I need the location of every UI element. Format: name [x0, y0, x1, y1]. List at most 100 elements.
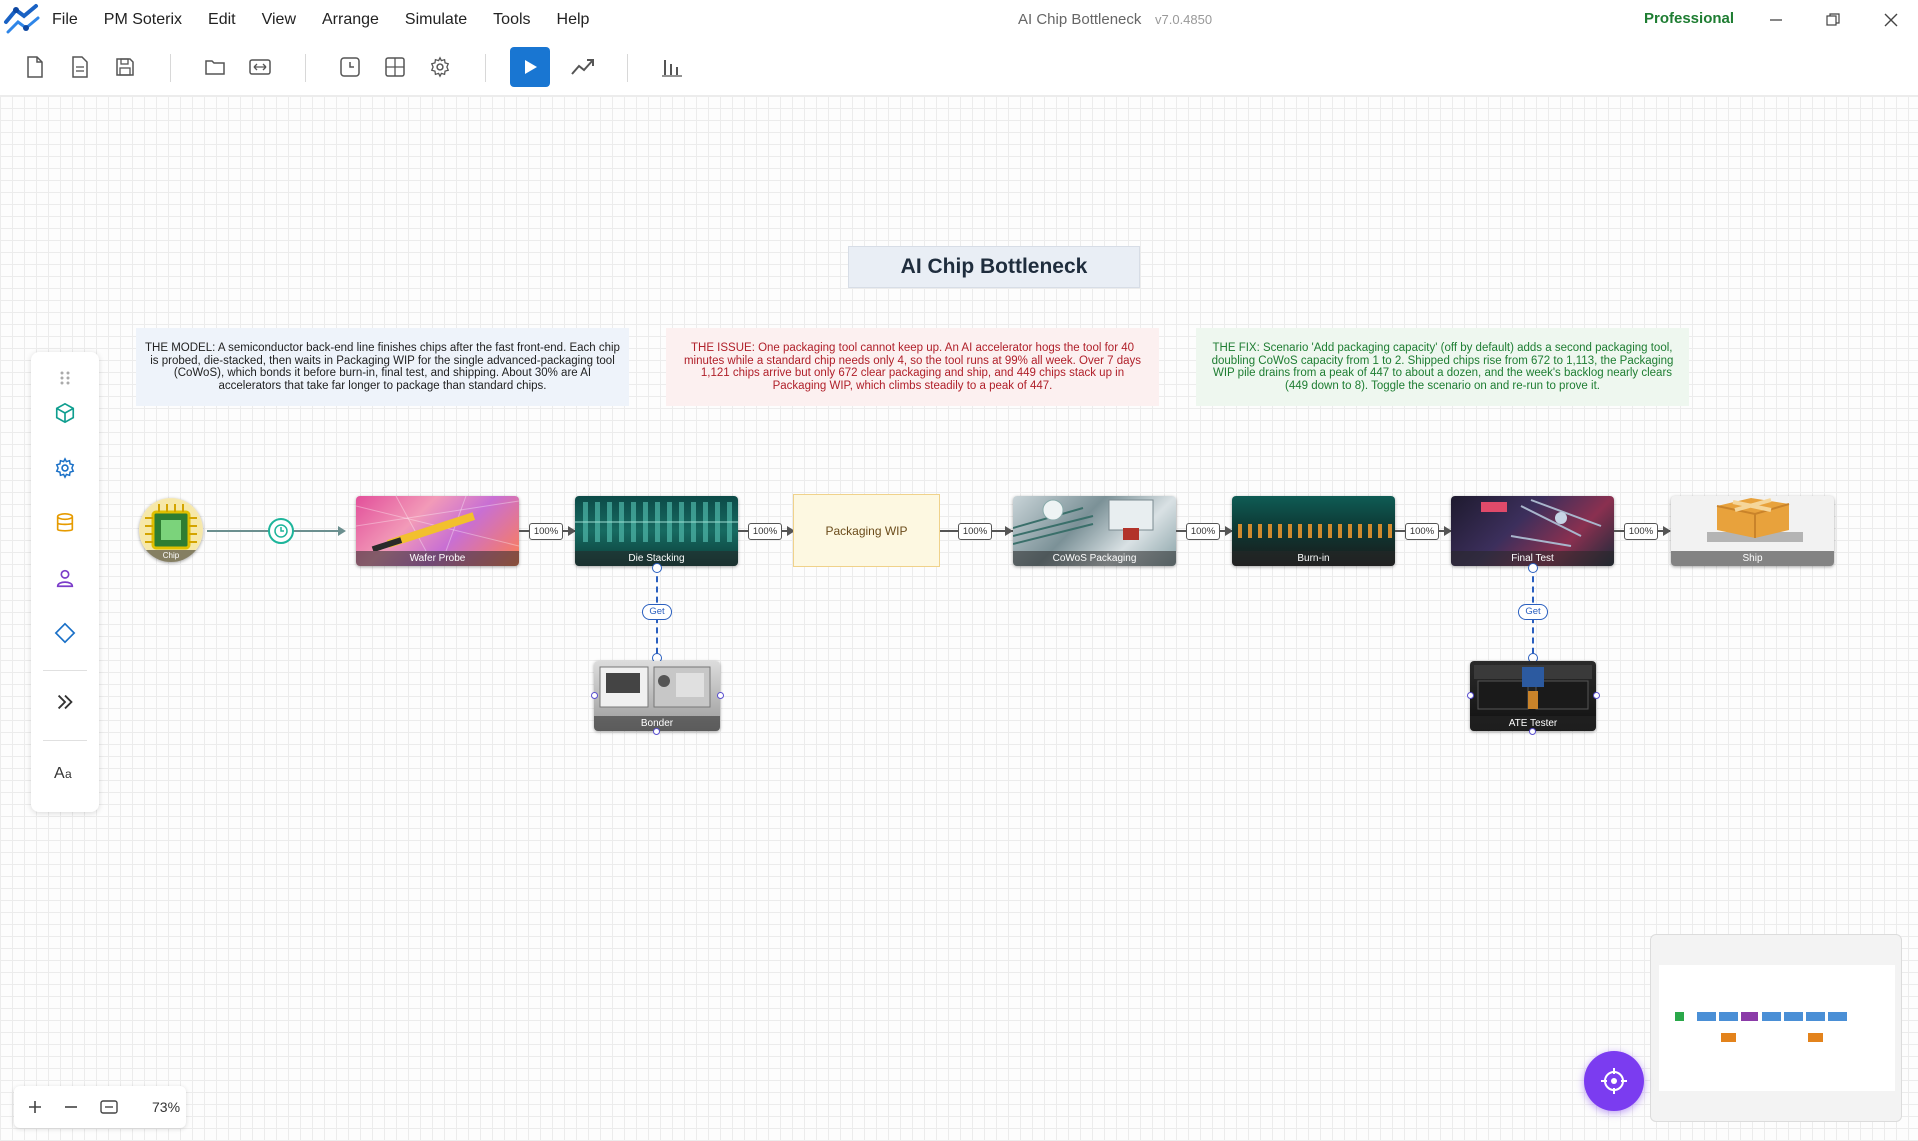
source-node-chip[interactable]: Chip [139, 498, 203, 562]
menu-edit[interactable]: Edit [208, 11, 250, 29]
zoom-controls: 73% [14, 1086, 186, 1128]
get-resource-label[interactable]: Get [642, 604, 672, 620]
palette-drag-handle[interactable] [49, 362, 81, 394]
minimap-node [1806, 1012, 1825, 1021]
palette-decision[interactable] [49, 617, 81, 649]
fit-width-button[interactable] [243, 50, 277, 84]
fit-to-screen-button[interactable] [96, 1094, 122, 1120]
node-label: Packaging WIP [825, 523, 908, 538]
palette-storage[interactable] [49, 507, 81, 539]
sink-ship[interactable]: Ship [1671, 496, 1834, 566]
zoom-out-button[interactable] [58, 1094, 84, 1120]
schedule-button[interactable] [333, 50, 367, 84]
gear-icon [55, 457, 75, 479]
diamond-icon [54, 622, 76, 644]
resource-link-anchor[interactable] [1528, 563, 1538, 573]
edition-badge[interactable]: Professional [1644, 10, 1734, 27]
storage-packaging-wip[interactable]: Packaging WIP [793, 494, 940, 567]
routing-percent[interactable]: 100% [529, 523, 563, 540]
new-file-button[interactable] [18, 50, 52, 84]
note-issue[interactable]: THE ISSUE: One packaging tool cannot kee… [666, 328, 1159, 406]
selection-handle[interactable] [1593, 692, 1600, 699]
routing-percent[interactable]: 100% [1186, 523, 1220, 540]
menu-bar: File PM Soterix Edit View Arrange Simula… [52, 0, 615, 40]
menu-tools[interactable]: Tools [493, 11, 544, 29]
run-simulation-button[interactable] [510, 47, 550, 87]
bar-chart-icon [662, 60, 682, 77]
palette-resource[interactable] [49, 562, 81, 594]
activity-final-test[interactable]: Final Test [1451, 496, 1614, 566]
clock-icon [274, 524, 288, 538]
folder-icon [205, 60, 225, 75]
close-button[interactable] [1875, 6, 1907, 34]
toolbar-separator [170, 54, 171, 82]
note-fix[interactable]: THE FIX: Scenario 'Add packaging capacit… [1196, 328, 1689, 406]
zoom-in-button[interactable] [22, 1094, 48, 1120]
get-resource-label[interactable]: Get [1518, 604, 1548, 620]
settings-button[interactable] [423, 50, 457, 84]
selection-handle[interactable] [591, 692, 598, 699]
diagram-title[interactable]: AI Chip Bottleneck [848, 246, 1140, 288]
menu-view[interactable]: View [262, 11, 310, 29]
trend-button[interactable] [566, 50, 600, 84]
zoom-level[interactable]: 73% [152, 1099, 180, 1115]
node-label: Burn-in [1232, 551, 1395, 566]
resource-bonder[interactable]: Bonder [594, 661, 720, 731]
window-title: AI Chip Bottleneck [1018, 11, 1142, 28]
selection-handle[interactable] [653, 728, 660, 735]
activity-burn-in[interactable]: Burn-in [1232, 496, 1395, 566]
trend-up-icon [571, 59, 594, 75]
save-button[interactable] [108, 50, 142, 84]
open-folder-button[interactable] [198, 50, 232, 84]
text-icon: Aa [54, 765, 72, 782]
play-icon [525, 60, 537, 74]
routing-percent[interactable]: 100% [748, 523, 782, 540]
minimap[interactable] [1650, 934, 1902, 1122]
minimize-button[interactable] [1760, 6, 1792, 34]
minus-icon [65, 1106, 77, 1108]
minimap-node [1675, 1012, 1684, 1021]
results-chart-button[interactable] [655, 50, 689, 84]
toolbar-separator [305, 54, 306, 82]
routing-percent[interactable]: 100% [1624, 523, 1658, 540]
palette-activity[interactable] [49, 452, 81, 484]
database-icon [56, 513, 74, 532]
minimap-viewport[interactable] [1659, 965, 1895, 1091]
menu-help[interactable]: Help [557, 11, 604, 29]
node-label: Chip [139, 550, 203, 562]
final-test-image-icon [1481, 499, 1602, 547]
menu-simulate[interactable]: Simulate [405, 11, 481, 29]
routing-percent[interactable]: 100% [1405, 523, 1439, 540]
fit-width-icon [249, 59, 271, 75]
grid-icon [385, 57, 405, 77]
activity-wafer-probe[interactable]: Wafer Probe [356, 496, 519, 566]
grid-button[interactable] [378, 50, 412, 84]
activity-cowos-packaging[interactable]: CoWoS Packaging [1013, 496, 1176, 566]
menu-pm-soterix[interactable]: PM Soterix [104, 11, 196, 29]
assistant-fab-button[interactable] [1584, 1051, 1644, 1111]
template-button[interactable] [63, 50, 97, 84]
selection-handle[interactable] [717, 692, 724, 699]
toolbar-separator [485, 54, 486, 82]
menu-arrange[interactable]: Arrange [322, 11, 393, 29]
toolbar [0, 40, 1918, 96]
new-file-icon [27, 56, 43, 78]
resource-ate-tester[interactable]: ATE Tester [1470, 661, 1596, 731]
palette-entity[interactable] [49, 397, 81, 429]
restore-button[interactable] [1817, 6, 1849, 34]
routing-percent[interactable]: 100% [958, 523, 992, 540]
palette-text[interactable]: Aa [49, 756, 81, 788]
note-model[interactable]: THE MODEL: A semiconductor back-end line… [136, 328, 629, 406]
menu-file[interactable]: File [52, 11, 92, 29]
resource-link-anchor[interactable] [652, 563, 662, 573]
save-icon [116, 58, 134, 76]
selection-handle[interactable] [1467, 692, 1474, 699]
cube-icon [55, 402, 75, 424]
selection-handle[interactable] [1529, 728, 1536, 735]
minimap-node [1808, 1033, 1823, 1042]
minimap-node [1784, 1012, 1803, 1021]
palette-more[interactable] [49, 686, 81, 718]
close-icon [1884, 13, 1898, 27]
activity-die-stacking[interactable]: Die Stacking [575, 496, 738, 566]
arrival-timer[interactable] [268, 518, 294, 544]
